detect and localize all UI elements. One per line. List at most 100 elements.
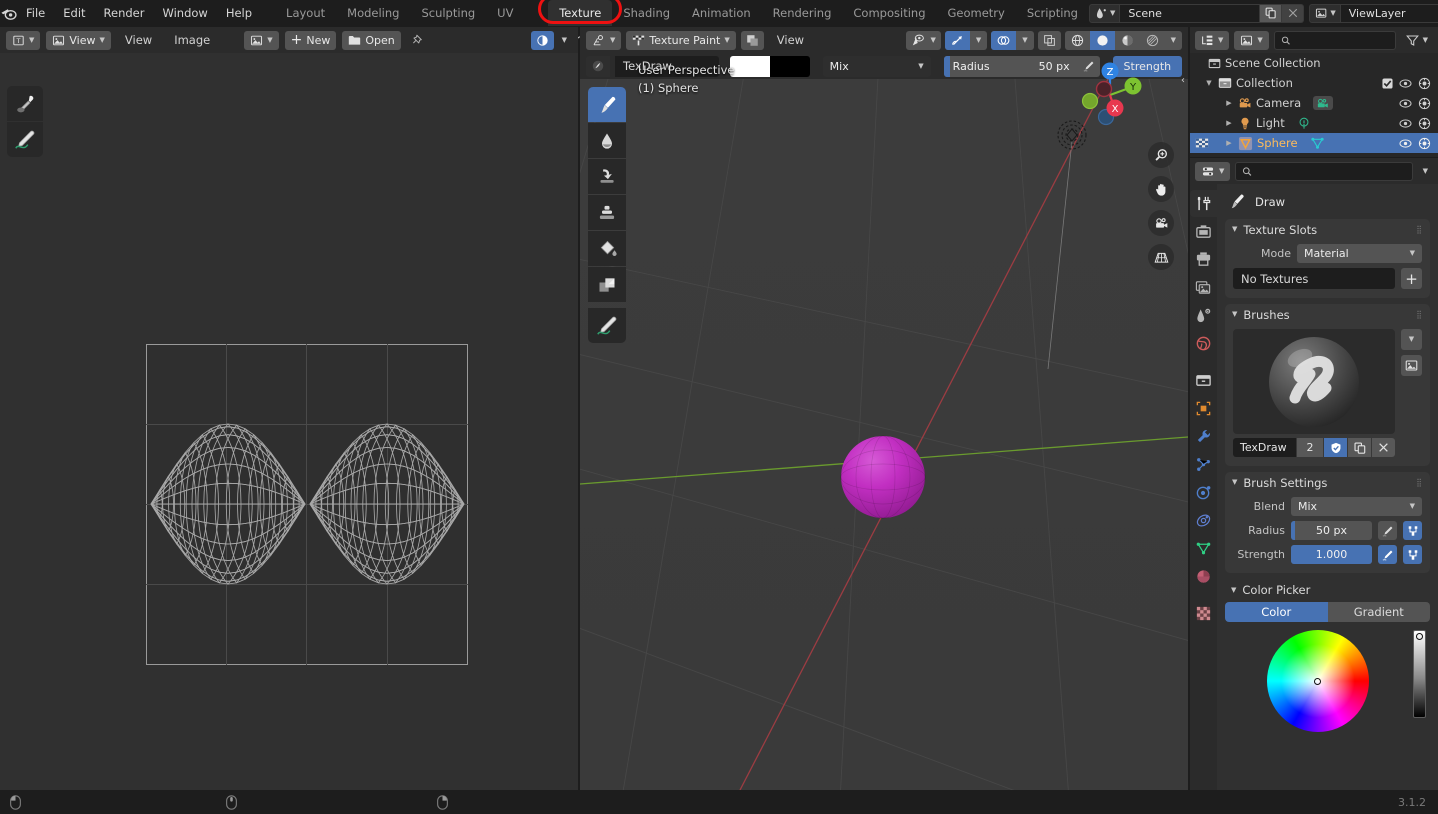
tab-gradient[interactable]: Gradient [1327, 602, 1430, 622]
properties-tab-collection[interactable] [1190, 367, 1217, 394]
mask-tool[interactable] [588, 267, 626, 302]
blend-mode-dropdown[interactable]: Mix ▼ [822, 55, 931, 77]
outliner-filter-collection-button[interactable]: ▼ [1234, 30, 1269, 50]
workspace-tab-geometry-nodes[interactable]: Geometry Nodes [937, 0, 1016, 46]
properties-tab-texture[interactable] [1190, 600, 1217, 627]
annotate-tool[interactable] [7, 122, 43, 157]
light-data-icon[interactable] [1297, 116, 1311, 130]
properties-tab-output[interactable] [1190, 246, 1217, 273]
brush-datablock-icon[interactable] [586, 55, 610, 77]
outliner-display-mode-button[interactable]: ▼ [1195, 30, 1230, 50]
panel-texture-slots-header[interactable]: ▼ Texture Slots ⣿ [1225, 219, 1430, 240]
color-wheel-cursor[interactable] [1314, 677, 1321, 685]
eye-icon[interactable] [1399, 138, 1412, 149]
menu-render[interactable]: Render [95, 3, 154, 23]
color-value-cursor[interactable] [1416, 633, 1423, 640]
viewport-editor-type-button[interactable]: ▼ [586, 30, 622, 50]
strength-slider[interactable]: 1.000 [1291, 545, 1372, 564]
camera-render-icon[interactable] [1418, 117, 1431, 130]
menu-window[interactable]: Window [153, 3, 216, 23]
overlays-icon[interactable] [991, 30, 1017, 50]
clone-tool[interactable] [588, 195, 626, 230]
image-editor-type-button[interactable]: T ▼ [6, 30, 41, 50]
no-textures-field[interactable]: No Textures [1233, 268, 1395, 289]
image-editor-menu-view[interactable]: View [117, 30, 160, 50]
add-texture-slot-button[interactable]: + [1401, 268, 1422, 289]
workspace-tab-uv-editing[interactable]: UV Editing [486, 0, 548, 46]
hand-icon[interactable] [1148, 176, 1174, 202]
tab-color[interactable]: Color [1225, 602, 1328, 622]
pressure-pen-icon[interactable] [1378, 521, 1397, 540]
properties-search-field[interactable] [1257, 164, 1406, 178]
unified-settings-icon[interactable] [1403, 545, 1422, 564]
scene-icon[interactable]: ▼ [1088, 3, 1121, 23]
color-wheel[interactable] [1266, 630, 1369, 732]
shading-caret-icon[interactable]: ▼ [1165, 31, 1182, 50]
outliner-row-camera[interactable]: ▶ Camera [1190, 93, 1438, 113]
scene-new-button[interactable] [1260, 3, 1283, 23]
scene-name-field[interactable]: Scene [1120, 3, 1261, 23]
magnifier-plus-icon[interactable] [1148, 142, 1174, 168]
image-editor-mode-button[interactable]: View ▼ [46, 30, 111, 50]
disclosure-triangle-open[interactable]: ▼ [1204, 79, 1214, 87]
image-new-button[interactable]: + New [284, 30, 337, 50]
paint-mask-button[interactable] [740, 30, 764, 50]
shading-solid-icon[interactable] [1089, 30, 1115, 50]
viewport-menu-view[interactable]: View [769, 30, 812, 50]
image-editor-menu-image[interactable]: Image [166, 30, 218, 50]
disclosure-triangle-closed[interactable]: ▶ [1224, 119, 1234, 127]
brush-users-count[interactable]: 2 [1297, 438, 1323, 457]
scene-delete-button[interactable] [1282, 3, 1305, 23]
shading-wireframe-icon[interactable] [1065, 31, 1090, 50]
filter-icon[interactable]: ▼ [1401, 31, 1433, 50]
outliner-row-scene-collection[interactable]: Scene Collection [1190, 53, 1438, 73]
properties-tab-physics[interactable] [1190, 479, 1217, 506]
outliner-search-input[interactable] [1273, 30, 1396, 50]
shading-material-preview-icon[interactable] [1115, 31, 1140, 50]
menu-file[interactable]: File [17, 3, 54, 23]
outliner-row-light[interactable]: ▶ Light [1190, 113, 1438, 133]
secondary-color-swatch[interactable] [769, 55, 810, 77]
workspace-tab-rendering[interactable]: Rendering [762, 0, 843, 26]
disclosure-triangle-closed[interactable]: ▶ [1224, 99, 1234, 107]
copy-icon[interactable] [1348, 438, 1371, 457]
x-icon[interactable] [1372, 438, 1395, 457]
primary-color-swatch[interactable] [729, 55, 770, 77]
visibility-icon[interactable]: ▼ [906, 30, 941, 50]
camera-data-icon[interactable] [1313, 96, 1334, 110]
disclosure-triangle-closed[interactable]: ▶ [1224, 139, 1234, 147]
workspace-tab-scripting[interactable]: Scripting [1016, 0, 1089, 26]
eye-icon[interactable] [1399, 78, 1412, 89]
unified-settings-icon[interactable] [1403, 521, 1422, 540]
navigation-gizmo[interactable]: Z Y X [1074, 59, 1146, 131]
viewlayer-icon[interactable]: ▼ [1309, 3, 1341, 23]
shading-rendered-icon[interactable] [1140, 31, 1165, 50]
workspace-tab-layout[interactable]: Layout [275, 0, 336, 26]
gizmo-icon[interactable] [944, 30, 970, 50]
display-channels-button[interactable] [530, 30, 554, 50]
gizmo-caret-icon[interactable]: ▼ [970, 31, 987, 50]
xray-icon[interactable] [1037, 30, 1061, 50]
viewport-canvas[interactable] [580, 79, 1188, 790]
camera-render-icon[interactable] [1418, 97, 1431, 110]
properties-tab-tool[interactable] [1190, 190, 1217, 217]
properties-tab-constraints[interactable] [1190, 507, 1217, 534]
panel-brushes-header[interactable]: ▼ Brushes ⣿ [1225, 304, 1430, 325]
properties-tab-object-data[interactable] [1190, 535, 1217, 562]
pressure-pen-icon[interactable] [1378, 545, 1397, 564]
blender-logo-icon[interactable] [0, 0, 17, 26]
properties-tab-view-layer[interactable] [1190, 274, 1217, 301]
properties-tab-world[interactable] [1190, 330, 1217, 357]
workspace-tab-modeling[interactable]: Modeling [336, 0, 410, 26]
annotate-tool[interactable] [588, 308, 626, 343]
menu-edit[interactable]: Edit [54, 3, 94, 23]
pin-icon[interactable] [407, 31, 430, 50]
properties-tab-object[interactable] [1190, 395, 1217, 422]
brush-preview[interactable] [1233, 329, 1395, 434]
texture-slots-mode-dropdown[interactable]: Material ▼ [1297, 244, 1422, 263]
outliner-row-sphere[interactable]: ▶ Sphere [1190, 133, 1438, 153]
blend-dropdown[interactable]: Mix ▼ [1291, 497, 1422, 516]
menu-help[interactable]: Help [217, 3, 261, 23]
properties-editor-type-button[interactable]: ▼ [1195, 161, 1231, 181]
grid-perspective-icon[interactable] [1148, 244, 1174, 270]
